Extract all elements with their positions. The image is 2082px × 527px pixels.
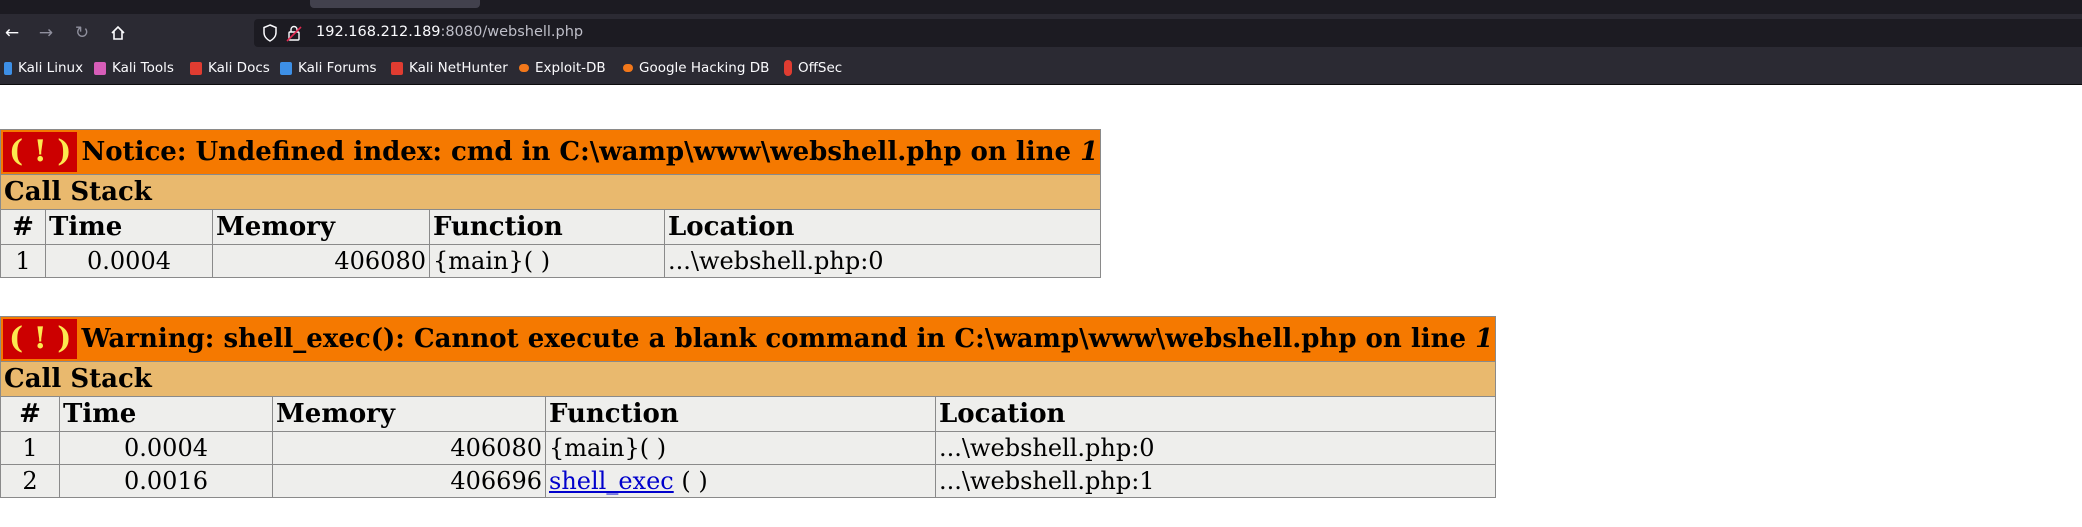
error-message-text: Warning: shell_exec(): Cannot execute a … <box>81 324 1476 354</box>
bookmark-kali-docs[interactable]: Kali Docs <box>190 59 270 77</box>
error-header-row: ( ! ) Notice: Undefined index: cmd in C:\… <box>0 129 1102 175</box>
url-text[interactable]: 192.168.212.189:8080/webshell.php <box>316 24 583 40</box>
active-tab[interactable] <box>310 0 480 8</box>
kali-nethunter-icon <box>391 61 403 75</box>
col-header-function: Function <box>545 396 936 432</box>
cell-memory: 406696 <box>272 464 546 498</box>
cell-function: {main}( ) <box>545 431 936 465</box>
bookmark-google-hacking-db[interactable]: Google Hacking DB <box>623 59 769 77</box>
bookmark-kali-nethunter[interactable]: Kali NetHunter <box>391 59 508 77</box>
bookmark-label: Google Hacking DB <box>639 60 770 76</box>
cell-location: ...\webshell.php:1 <box>934 464 1497 498</box>
col-header-memory: Memory <box>272 396 546 432</box>
forward-icon[interactable]: → <box>34 22 58 44</box>
warning-bang-icon: ( ! ) <box>3 319 78 359</box>
cell-memory: 406080 <box>212 244 430 278</box>
kali-docs-icon <box>190 61 202 75</box>
bookmark-offsec[interactable]: OffSec <box>784 59 842 77</box>
col-header-time: Time <box>59 396 273 432</box>
col-header-location: Location <box>934 396 1497 432</box>
call-stack-title: Call Stack <box>0 174 1102 210</box>
call-stack-title: Call Stack <box>0 361 1497 397</box>
url-bar[interactable]: 192.168.212.189:8080/webshell.php <box>254 19 2082 47</box>
bookmark-kali-forums[interactable]: Kali Forums <box>280 59 377 77</box>
reload-icon[interactable]: ↻ <box>70 22 94 44</box>
offsec-icon <box>784 60 792 76</box>
bookmark-label: Kali NetHunter <box>409 60 508 76</box>
error-line-number: 1 <box>1080 137 1099 167</box>
error-header-row: ( ! ) Warning: shell_exec(): Cannot execu… <box>0 316 1497 362</box>
col-header-number: # <box>0 209 46 245</box>
col-header-location: Location <box>663 209 1102 245</box>
xdebug-error-table-notice: ( ! ) Notice: Undefined index: cmd in C:\… <box>0 129 1102 278</box>
call-stack-header-row: # Time Memory Function Location <box>0 396 1497 432</box>
bookmark-kali-tools[interactable]: Kali Tools <box>94 59 174 77</box>
bookmark-exploit-db[interactable]: Exploit-DB <box>519 59 606 77</box>
bookmark-kali-linux[interactable]: Kali Linux <box>4 59 83 77</box>
bookmarks-toolbar: Kali Linux Kali Tools Kali Docs Kali For… <box>0 52 2082 85</box>
bookmark-label: Kali Tools <box>112 60 174 76</box>
insecure-lock-icon[interactable] <box>286 24 302 42</box>
error-line-number: 1 <box>1475 324 1494 354</box>
cell-time: 0.0004 <box>59 431 273 465</box>
table-row: 1 0.0004 406080 {main}( ) ...\webshell.p… <box>0 431 1497 465</box>
table-row: 2 0.0016 406696 shell_exec ( ) ...\websh… <box>0 464 1497 498</box>
bookmark-label: Kali Linux <box>18 60 84 76</box>
kali-tools-icon <box>94 61 106 75</box>
error-message: Notice: Undefined index: cmd in C:\wamp\… <box>81 137 1098 167</box>
call-stack-title-row: Call Stack <box>0 174 1102 210</box>
error-message-text: Notice: Undefined index: cmd in C:\wamp\… <box>81 137 1081 167</box>
col-header-memory: Memory <box>212 209 430 245</box>
kali-dragon-icon <box>4 61 12 75</box>
bookmark-label: Kali Docs <box>208 60 270 76</box>
cell-function: {main}( ) <box>429 244 665 278</box>
cell-location: ...\webshell.php:0 <box>934 431 1497 465</box>
back-icon[interactable]: ← <box>0 22 24 44</box>
bookmark-label: Kali Forums <box>298 60 377 76</box>
xdebug-error-table-warning: ( ! ) Warning: shell_exec(): Cannot execu… <box>0 316 1497 498</box>
function-call-parens: ( ) <box>673 467 708 495</box>
call-stack-header-row: # Time Memory Function Location <box>0 209 1102 245</box>
col-header-time: Time <box>45 209 213 245</box>
error-message-cell: ( ! ) Notice: Undefined index: cmd in C:\… <box>0 129 1102 175</box>
error-message-cell: ( ! ) Warning: shell_exec(): Cannot execu… <box>0 316 1497 362</box>
cell-time: 0.0016 <box>59 464 273 498</box>
bookmark-label: OffSec <box>798 60 843 76</box>
bookmark-label: Exploit-DB <box>535 60 606 76</box>
cell-memory: 406080 <box>272 431 546 465</box>
call-stack-title-row: Call Stack <box>0 361 1497 397</box>
shell-exec-doc-link[interactable]: shell_exec <box>549 467 674 495</box>
col-header-function: Function <box>429 209 665 245</box>
cell-number: 1 <box>0 431 60 465</box>
cell-number: 2 <box>0 464 60 498</box>
exploit-db-icon <box>519 64 529 72</box>
navigation-toolbar: ← → ↻ 192.168.212.189:8080/webshell.php <box>0 14 2082 52</box>
cell-location: ...\webshell.php:0 <box>663 244 1102 278</box>
kali-forums-icon <box>280 61 292 75</box>
url-path: :8080/webshell.php <box>440 24 584 40</box>
ghdb-icon <box>623 64 633 72</box>
table-row: 1 0.0004 406080 {main}( ) ...\webshell.p… <box>0 244 1102 278</box>
home-icon[interactable] <box>106 22 130 44</box>
cell-number: 1 <box>0 244 46 278</box>
cell-function: shell_exec ( ) <box>545 464 936 498</box>
tab-strip <box>0 0 2082 14</box>
cell-time: 0.0004 <box>45 244 213 278</box>
url-host: 192.168.212.189 <box>316 24 441 40</box>
warning-bang-icon: ( ! ) <box>3 132 78 172</box>
col-header-number: # <box>0 396 60 432</box>
tracking-protection-shield-icon[interactable] <box>262 24 278 42</box>
error-message: Warning: shell_exec(): Cannot execute a … <box>81 324 1493 354</box>
